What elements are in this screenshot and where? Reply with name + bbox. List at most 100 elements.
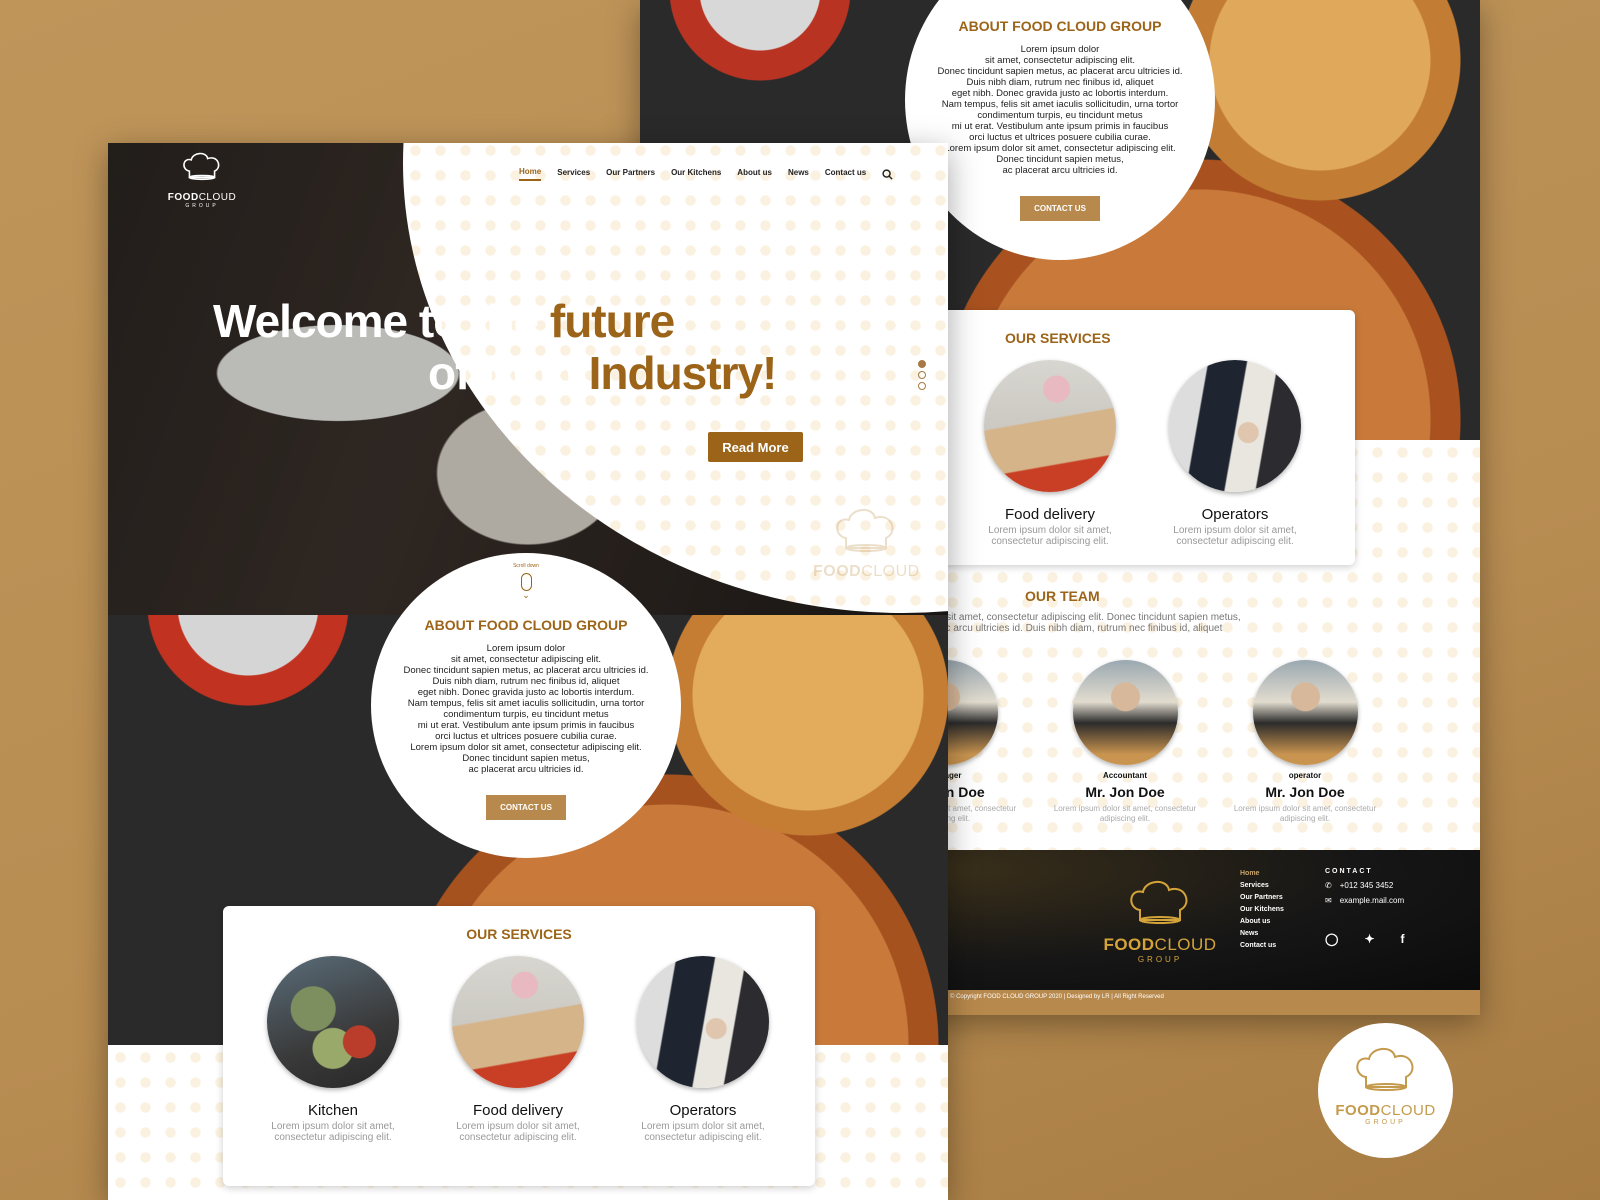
mouse-icon[interactable] [520, 573, 532, 591]
scroll-down-label[interactable]: Scroll down [371, 563, 681, 569]
header-logo[interactable]: FOODCLOUD GROUP [166, 149, 238, 209]
service-title: Kitchen [307, 1102, 359, 1119]
service-image-kitchen [267, 956, 399, 1088]
slide-dot-3[interactable] [918, 382, 926, 390]
team-member[interactable]: Accountant Mr. Jon Doe Lorem ipsum dolor… [1045, 660, 1205, 824]
phone-number[interactable]: +012 345 3452 [1340, 881, 1394, 890]
brand-badge: FOODCLOUD GROUP [1318, 1023, 1453, 1158]
chef-hat-icon [1130, 881, 1188, 924]
nav-our-partners[interactable]: Our Partners [606, 168, 655, 180]
member-desc: Lorem ipsum dolor sit amet, consectetur … [1053, 804, 1197, 823]
about-circle: Scroll down ⌄ ABOUT FOOD CLOUD GROUP Lor… [371, 553, 681, 858]
footer-logo: FOODCLOUD GROUP [1100, 880, 1220, 964]
service-image-operators [1169, 360, 1301, 492]
email-address[interactable]: example.mail.com [1340, 896, 1404, 905]
footer-contact: CONTACT ✆ +012 345 3452 ✉ example.mail.com [1325, 868, 1404, 905]
chef-hat-icon [183, 152, 220, 181]
slide-dot-2[interactable] [918, 371, 926, 379]
service-item[interactable]: Operators Lorem ipsum dolor sit amet, co… [1140, 360, 1330, 547]
front-page-mockup: FOODCLOUD GROUP Home Services Our Partne… [108, 143, 948, 1200]
hero-line1-white: Welcome to the [213, 295, 539, 347]
contact-title: CONTACT [1325, 868, 1373, 875]
brand-sub: GROUP [185, 203, 219, 209]
team-title: OUR TEAM [1025, 588, 1100, 604]
brand-bold: FOOD [813, 563, 862, 580]
phone-icon: ✆ [1325, 881, 1332, 890]
about-body: Lorem ipsum dolor sit amet, consectetur … [937, 44, 1183, 176]
slider-pagination [918, 360, 926, 390]
brand-light: CLOUD [1154, 935, 1217, 954]
nav-news[interactable]: News [788, 168, 809, 180]
social-links: ◯ ✦ f [1325, 932, 1405, 946]
brand-bold: FOOD [167, 192, 199, 203]
member-role: Accountant [1103, 771, 1147, 780]
chevron-down-icon[interactable]: ⌄ [371, 591, 681, 600]
footer-link-partners[interactable]: Our Partners [1240, 892, 1284, 904]
brand-light: CLOUD [198, 192, 237, 203]
twitter-icon[interactable]: ✦ [1364, 932, 1374, 946]
main-nav: Home Services Our Partners Our Kitchens … [519, 167, 893, 181]
service-desc: Lorem ipsum dolor sit amet, consectetur … [1173, 525, 1297, 547]
about-title: ABOUT FOOD CLOUD GROUP [958, 18, 1162, 34]
services-card: OUR SERVICES Kitchen Lorem ipsum dolor s… [223, 906, 815, 1186]
about-title: ABOUT FOOD CLOUD GROUP [424, 617, 628, 633]
about-body: Lorem ipsum dolor sit amet, consectetur … [403, 643, 649, 775]
hero-heading: Welcome to the future of food Industry! [213, 295, 778, 399]
service-item[interactable]: Food delivery Lorem ipsum dolor sit amet… [423, 956, 613, 1143]
nav-contact-us[interactable]: Contact us [825, 168, 866, 180]
brand-light: CLOUD [1380, 1102, 1436, 1119]
brand-bold: FOOD [1335, 1102, 1381, 1119]
copyright-text: © Copyright FOOD CLOUD GROUP 2020 | Desi… [950, 994, 1164, 1000]
service-title: Operators [1201, 506, 1269, 523]
hero-section: FOODCLOUD GROUP Home Services Our Partne… [108, 143, 948, 615]
slide-dot-1[interactable] [918, 360, 926, 368]
service-item[interactable]: Operators Lorem ipsum dolor sit amet, co… [608, 956, 798, 1143]
instagram-icon[interactable]: ◯ [1325, 932, 1338, 946]
service-title: Operators [669, 1102, 737, 1119]
footer-link-contact[interactable]: Contact us [1240, 940, 1284, 952]
footer-link-news[interactable]: News [1240, 928, 1284, 940]
services-card: OUR SERVICES Food delivery Lorem ipsum d… [940, 310, 1355, 565]
nav-services[interactable]: Services [557, 168, 590, 180]
brand-sub: GROUP [1137, 955, 1183, 964]
member-desc: Lorem ipsum dolor sit amet, consectetur … [1233, 804, 1377, 823]
footer-link-kitchens[interactable]: Our Kitchens [1240, 904, 1284, 916]
team-member[interactable]: operator Mr. Jon Doe Lorem ipsum dolor s… [1225, 660, 1385, 824]
member-name: Mr. Jon Doe [1265, 784, 1345, 800]
service-image-delivery [452, 956, 584, 1088]
footer-link-services[interactable]: Services [1240, 880, 1284, 892]
contact-us-button[interactable]: CONTACT US [1020, 196, 1100, 221]
mail-icon: ✉ [1325, 896, 1332, 905]
member-role: operator [1288, 771, 1322, 780]
service-item[interactable]: Kitchen Lorem ipsum dolor sit amet, cons… [238, 956, 428, 1143]
brand-light: CLOUD [861, 563, 920, 580]
avatar [1072, 660, 1178, 765]
service-desc: Lorem ipsum dolor sit amet, consectetur … [641, 1121, 765, 1143]
nav-our-kitchens[interactable]: Our Kitchens [671, 168, 721, 180]
hero-line1-gold: future [549, 295, 675, 347]
read-more-button[interactable]: Read More [708, 432, 803, 462]
service-title: Food delivery [1004, 506, 1096, 523]
footer-link-about[interactable]: About us [1240, 916, 1284, 928]
chef-hat-icon [836, 509, 894, 552]
services-title: OUR SERVICES [466, 926, 572, 942]
search-icon[interactable] [882, 168, 893, 180]
nav-about-us[interactable]: About us [737, 168, 772, 180]
services-title: OUR SERVICES [1005, 330, 1111, 346]
avatar [1252, 660, 1358, 765]
service-item[interactable]: Food delivery Lorem ipsum dolor sit amet… [955, 360, 1145, 547]
hero-line2-gold: Industry! [588, 347, 778, 399]
footer-link-home[interactable]: Home [1240, 868, 1284, 880]
service-image-operators [637, 956, 769, 1088]
brand-sub: GROUP [1365, 1119, 1406, 1126]
contact-us-button[interactable]: CONTACT US [486, 795, 566, 820]
service-desc: Lorem ipsum dolor sit amet, consectetur … [456, 1121, 580, 1143]
facebook-icon[interactable]: f [1401, 932, 1405, 946]
watermark-logo: FOODCLOUD [813, 508, 920, 581]
team-desc: r sit amet, consectetur adipiscing elit.… [940, 612, 1241, 634]
member-name: Mr. Jon Doe [1085, 784, 1165, 800]
nav-home[interactable]: Home [519, 167, 542, 181]
service-desc: Lorem ipsum dolor sit amet, consectetur … [988, 525, 1112, 547]
hero-line2-white: of food [428, 347, 578, 399]
footer-nav: Home Services Our Partners Our Kitchens … [1240, 868, 1284, 952]
